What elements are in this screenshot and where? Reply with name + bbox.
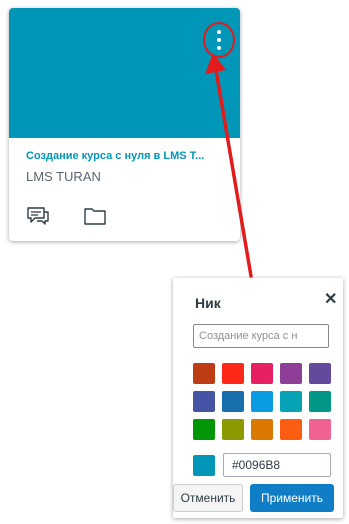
color-swatch[interactable] bbox=[193, 419, 215, 440]
color-swatch[interactable] bbox=[251, 419, 273, 440]
nickname-color-popup: Ник ✕ Отменить Применить bbox=[173, 278, 343, 518]
color-swatch[interactable] bbox=[280, 391, 302, 412]
kebab-dot bbox=[217, 38, 221, 42]
cancel-button[interactable]: Отменить bbox=[173, 484, 243, 512]
color-swatch[interactable] bbox=[309, 419, 331, 440]
close-icon[interactable]: ✕ bbox=[324, 292, 337, 308]
course-subtitle: LMS TURAN bbox=[26, 169, 101, 184]
color-swatch[interactable] bbox=[193, 363, 215, 384]
color-swatch[interactable] bbox=[222, 363, 244, 384]
color-swatch[interactable] bbox=[280, 363, 302, 384]
color-swatch[interactable] bbox=[222, 391, 244, 412]
folder-icon[interactable] bbox=[83, 205, 107, 227]
kebab-dot bbox=[217, 30, 221, 34]
color-swatch[interactable] bbox=[280, 419, 302, 440]
selected-color-preview bbox=[193, 455, 215, 476]
nickname-input[interactable] bbox=[193, 324, 329, 348]
color-swatch[interactable] bbox=[251, 363, 273, 384]
hex-color-input[interactable] bbox=[223, 453, 331, 477]
discussion-icon[interactable] bbox=[26, 205, 50, 227]
course-card: Создание курса с нуля в LMS T... LMS TUR… bbox=[9, 8, 240, 241]
color-swatch[interactable] bbox=[309, 363, 331, 384]
kebab-dot bbox=[217, 46, 221, 50]
color-swatch[interactable] bbox=[222, 419, 244, 440]
course-options-button[interactable] bbox=[203, 22, 235, 58]
apply-button[interactable]: Применить bbox=[250, 484, 334, 512]
color-swatch[interactable] bbox=[309, 391, 331, 412]
course-title[interactable]: Создание курса с нуля в LMS T... bbox=[26, 150, 231, 162]
color-swatch[interactable] bbox=[251, 391, 273, 412]
popup-title: Ник bbox=[195, 295, 221, 311]
color-swatch[interactable] bbox=[193, 391, 215, 412]
course-card-hero[interactable] bbox=[9, 8, 240, 138]
